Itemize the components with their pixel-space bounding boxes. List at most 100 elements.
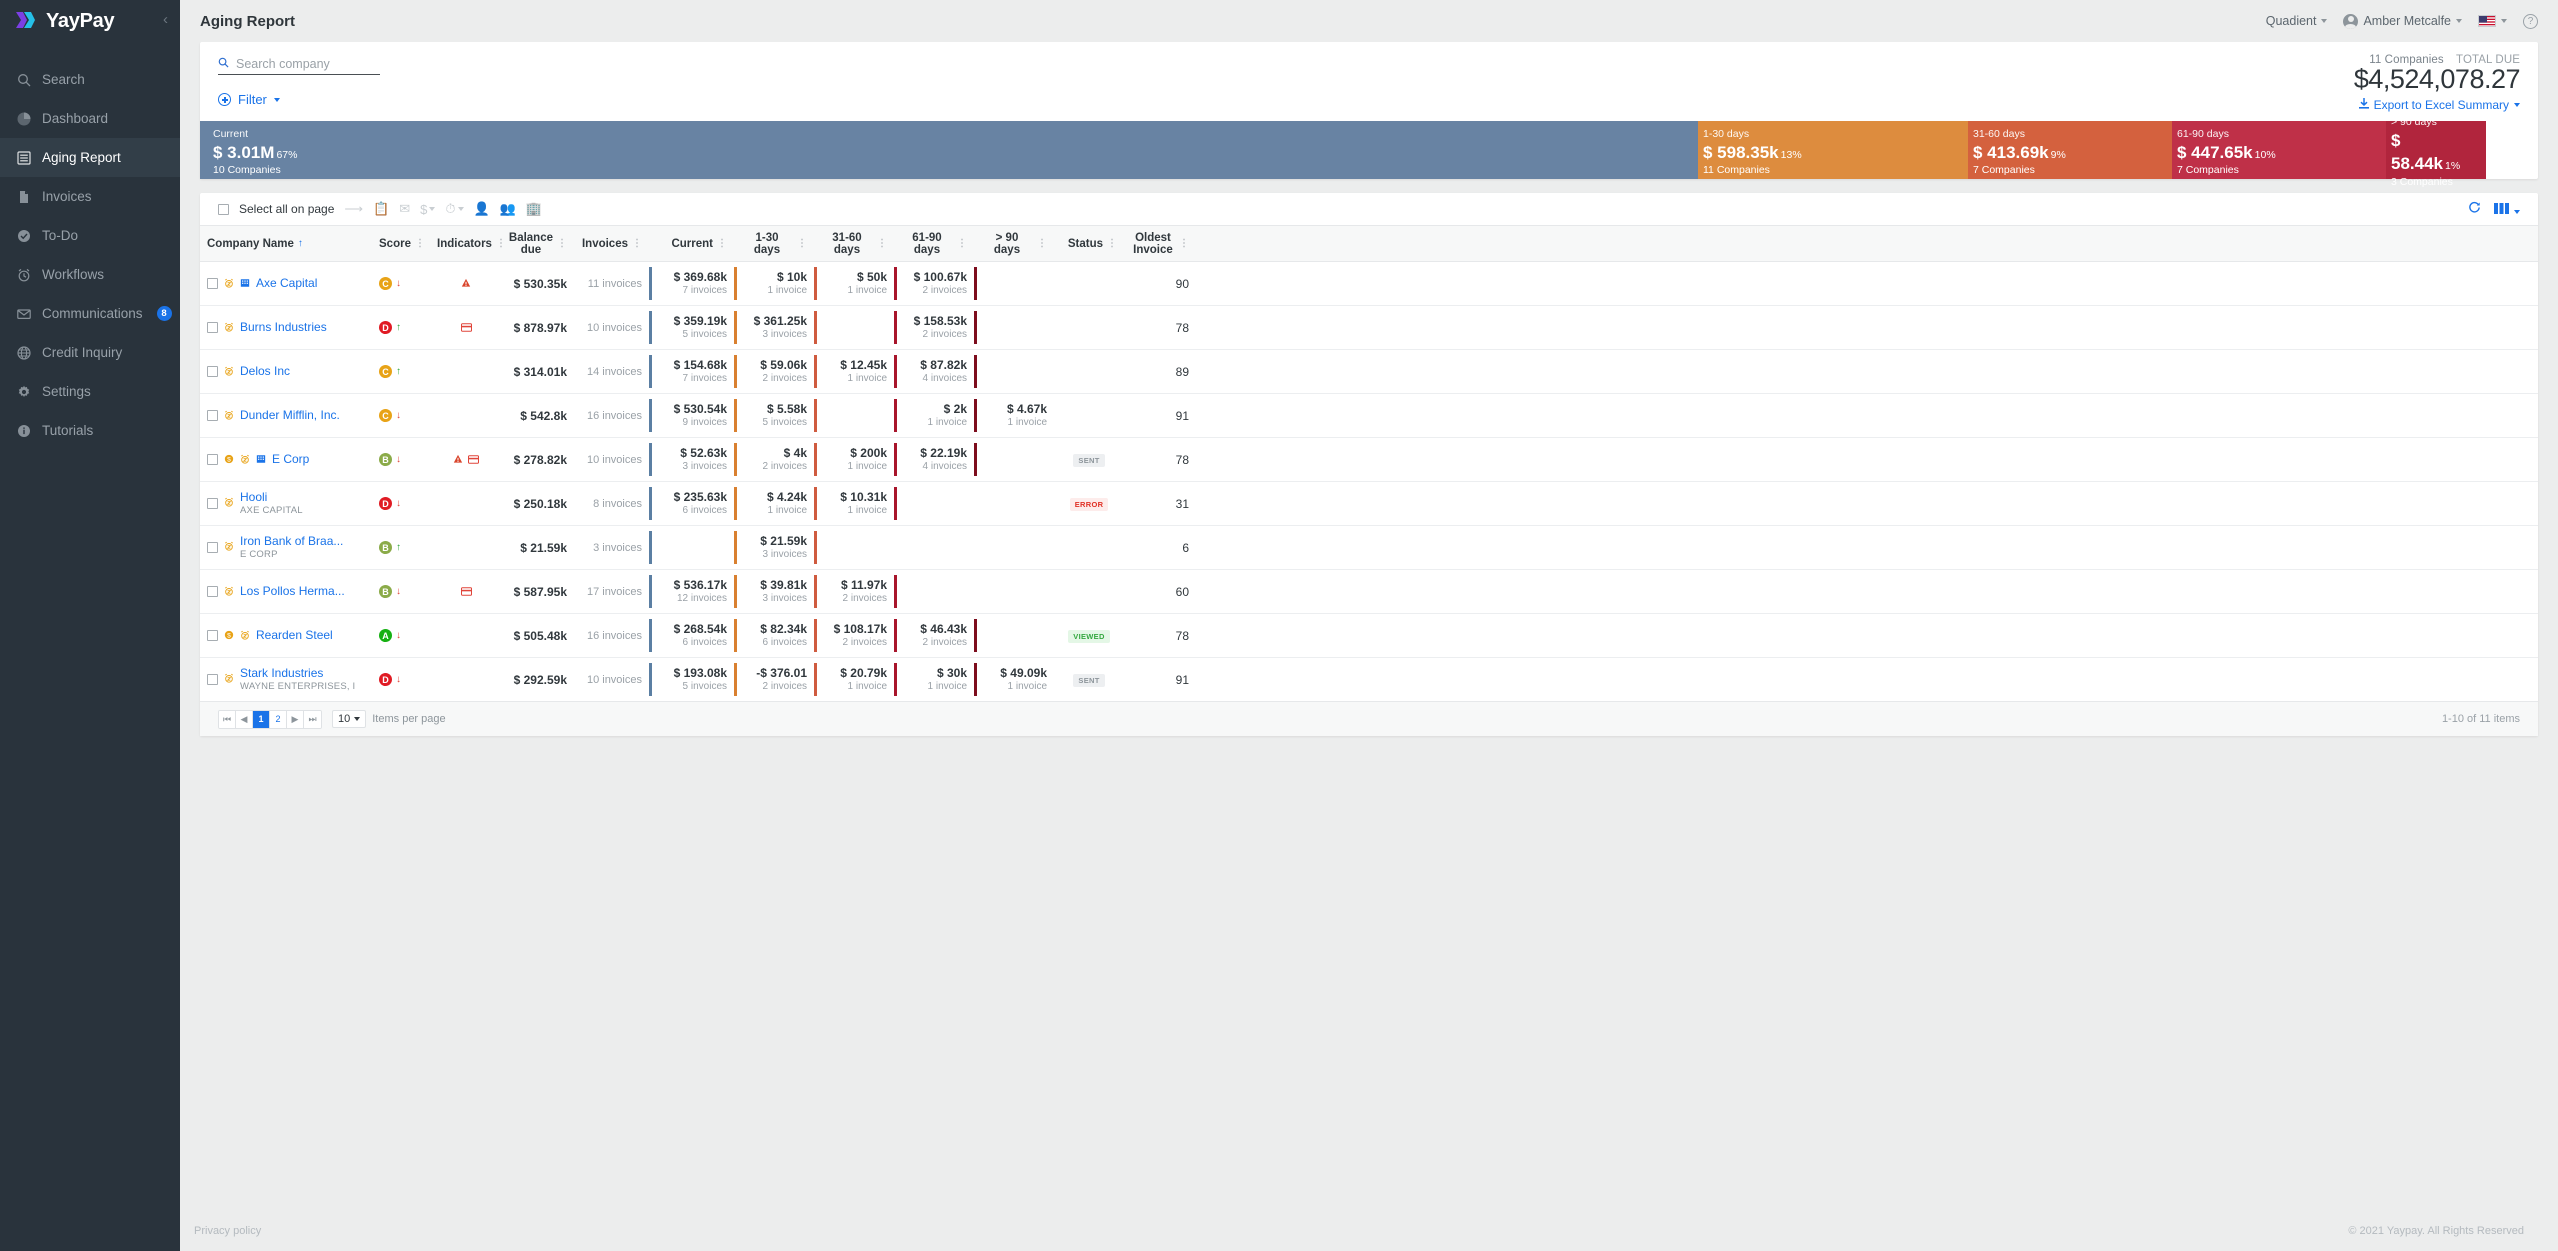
row-checkbox[interactable] [207, 586, 218, 597]
company-name-link[interactable]: Burns Industries [240, 320, 327, 335]
table-row[interactable]: Hooli AXE CAPITAL D ↓ $ 250.18k 8 invoices $ 2… [200, 481, 2538, 526]
column-menu-icon[interactable]: ⋮ [557, 238, 567, 248]
table-row[interactable]: Stark Industries WAYNE ENTERPRISES, I D ↓ $ … [200, 657, 2538, 702]
sidebar-item-to-do[interactable]: To-Do [0, 216, 180, 255]
privacy-policy-link[interactable]: Privacy policy [194, 1225, 261, 1237]
chevron-left-icon[interactable]: ‹ [163, 12, 168, 27]
alarm-snooze-icon[interactable] [240, 629, 250, 643]
company-name-link[interactable]: Delos Inc [240, 364, 290, 379]
building-icon[interactable] [256, 453, 266, 467]
column-header-company[interactable]: Company Name ↑ [200, 225, 372, 262]
row-checkbox[interactable] [207, 454, 218, 465]
warning-icon[interactable] [461, 277, 471, 291]
column-header-dover[interactable]: > 90 days ⋮ [974, 225, 1054, 262]
company-name-link[interactable]: Dunder Mifflin, Inc. [240, 408, 340, 423]
company-name-link[interactable]: Rearden Steel [256, 628, 333, 643]
column-header-indicators[interactable]: Indicators ⋮ [430, 225, 506, 262]
company-name-link[interactable]: Iron Bank of Braa... [240, 534, 343, 549]
column-menu-icon[interactable]: ⋮ [1179, 238, 1189, 248]
alarm-snooze-icon[interactable] [224, 409, 234, 423]
row-checkbox[interactable] [207, 322, 218, 333]
column-menu-icon[interactable]: ⋮ [632, 238, 642, 248]
column-menu-icon[interactable]: ⋮ [1107, 238, 1117, 248]
sidebar-item-search[interactable]: Search [0, 60, 180, 99]
column-menu-icon[interactable]: ⋮ [717, 238, 727, 248]
column-header-oldest[interactable]: Oldest Invoice ⋮ [1124, 225, 1196, 262]
org-switcher[interactable]: Quadient [2266, 14, 2328, 28]
sidebar-item-tutorials[interactable]: Tutorials [0, 411, 180, 450]
table-row[interactable]: $ Rearden Steel A ↓ $ 505.48k 16 invoices $ 26… [200, 613, 2538, 658]
select-all-checkbox[interactable] [218, 203, 229, 215]
page-1-button[interactable]: 1 [253, 710, 270, 728]
aging-bucket-current[interactable]: Current $ 3.01M 67% 10 Companies [200, 121, 1698, 179]
column-menu-icon[interactable]: ⋮ [415, 238, 425, 248]
table-row[interactable]: Delos Inc C ↑ $ 314.01k 14 invoices $ 154.68k… [200, 349, 2538, 394]
sidebar-item-settings[interactable]: Settings [0, 372, 180, 411]
user-icon[interactable]: 👤 [474, 201, 490, 217]
row-checkbox[interactable] [207, 278, 218, 289]
filter-button[interactable]: Filter [218, 92, 2520, 107]
user-add-icon[interactable]: 👥 [500, 201, 516, 217]
column-header-status[interactable]: Status ⋮ [1054, 225, 1124, 262]
column-header-invoices[interactable]: Invoices ⋮ [574, 225, 649, 262]
card-icon[interactable] [460, 321, 472, 335]
alarm-snooze-icon[interactable] [224, 496, 234, 510]
column-header-score[interactable]: Score ⋮ [372, 225, 430, 262]
warning-icon[interactable] [453, 453, 463, 467]
sidebar-item-dashboard[interactable]: Dashboard [0, 99, 180, 138]
export-to-excel-button[interactable]: Export to Excel Summary [2354, 98, 2520, 112]
sidebar-item-communications[interactable]: Communications 8 [0, 294, 180, 333]
column-header-current[interactable]: Current ⋮ [649, 225, 734, 262]
sidebar-item-credit-inquiry[interactable]: Credit Inquiry [0, 333, 180, 372]
building-icon[interactable]: 🏢 [526, 201, 542, 217]
company-name-link[interactable]: E Corp [272, 452, 309, 467]
sidebar-item-aging-report[interactable]: Aging Report [0, 138, 180, 177]
page-first-button[interactable]: ⏮ [219, 710, 236, 728]
aging-bucket-31-60-days[interactable]: 31-60 days $ 413.69k 9% 7 Companies [1960, 121, 2172, 179]
alarm-snooze-icon[interactable] [224, 365, 234, 379]
alarm-snooze-icon[interactable] [224, 672, 234, 686]
row-checkbox[interactable] [207, 497, 218, 509]
alarm-snooze-icon[interactable] [224, 540, 234, 554]
row-checkbox[interactable] [207, 673, 218, 685]
per-page-select[interactable]: 10 [332, 710, 367, 728]
card-icon[interactable] [468, 453, 480, 467]
column-menu-icon[interactable]: ⋮ [957, 238, 967, 248]
sidebar-item-workflows[interactable]: Workflows [0, 255, 180, 294]
table-row[interactable]: Burns Industries D ↑ $ 878.97k 10 invoices $ … [200, 305, 2538, 350]
row-checkbox[interactable] [207, 410, 218, 421]
refresh-icon[interactable] [2468, 201, 2481, 217]
column-header-balance[interactable]: Balance due ⋮ [502, 225, 574, 262]
sort-asc-icon[interactable]: ↑ [298, 238, 303, 249]
company-name-link[interactable]: Los Pollos Herma... [240, 584, 345, 599]
alarm-snooze-icon[interactable] [224, 277, 234, 291]
envelope-icon[interactable]: ✉ [399, 201, 410, 217]
column-header-d30[interactable]: 1-30 days ⋮ [734, 225, 814, 262]
search-input[interactable] [236, 56, 380, 71]
sidebar-item-invoices[interactable]: Invoices [0, 177, 180, 216]
column-menu-icon[interactable]: ⋮ [877, 238, 887, 248]
table-row[interactable]: Dunder Mifflin, Inc. C ↓ $ 542.8k 16 invoice… [200, 393, 2538, 438]
card-icon[interactable] [460, 585, 472, 599]
page-2-button[interactable]: 2 [270, 710, 287, 728]
page-last-button[interactable]: ⏭ [304, 710, 321, 728]
aging-bucket-90-days[interactable]: > 90 days $ 58.44k 1% 3 Companies [2378, 116, 2486, 188]
dollar-icon[interactable]: $ [420, 202, 436, 217]
company-name-link[interactable]: Stark Industries [240, 666, 355, 681]
alarm-snooze-icon[interactable] [240, 453, 250, 467]
table-row[interactable]: $ E Corp B ↓ $ 278.82k 10 invoices $ 52.63k 3 i… [200, 437, 2538, 482]
table-row[interactable]: Axe Capital C ↓ $ 530.35k 11 invoices $ 369.6… [200, 261, 2538, 306]
dollar-circle-icon[interactable]: $ [224, 629, 234, 643]
row-checkbox[interactable] [207, 541, 218, 553]
page-next-button[interactable]: ▶ [287, 710, 304, 728]
row-checkbox[interactable] [207, 366, 218, 377]
column-menu-icon[interactable]: ⋮ [1037, 238, 1047, 248]
column-header-d90[interactable]: 61-90 days ⋮ [894, 225, 974, 262]
row-checkbox[interactable] [207, 630, 218, 641]
page-prev-button[interactable]: ◀ [236, 710, 253, 728]
locale-switcher[interactable] [2478, 15, 2507, 27]
clipboard-icon[interactable]: 📋 [373, 201, 389, 217]
search-field[interactable] [218, 56, 380, 75]
table-row[interactable]: Los Pollos Herma... B ↓ $ 587.95k 17 invoice… [200, 569, 2538, 614]
company-name-link[interactable]: Hooli [240, 490, 303, 505]
